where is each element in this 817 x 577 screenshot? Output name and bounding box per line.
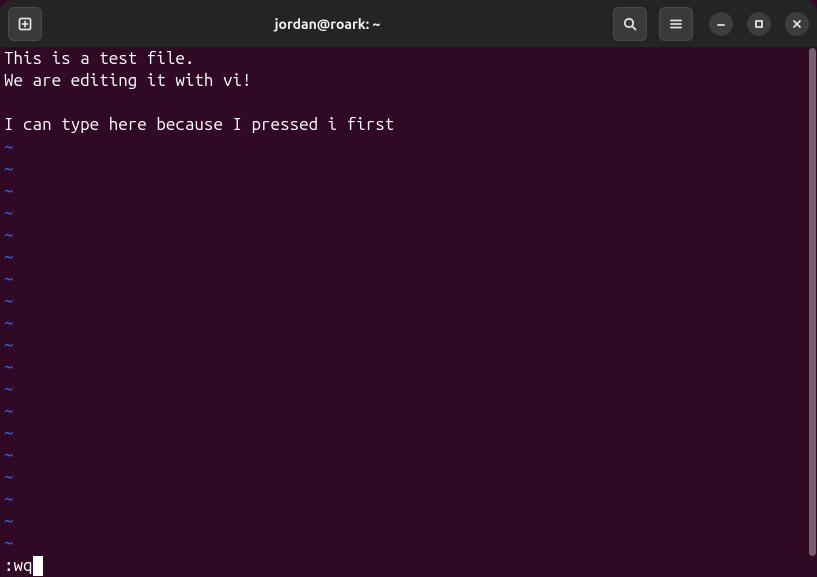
new-tab-button[interactable] bbox=[8, 7, 42, 41]
vi-command-text: :wq bbox=[4, 555, 33, 577]
hamburger-icon bbox=[668, 16, 684, 32]
scrollbar-thumb[interactable] bbox=[809, 48, 816, 556]
close-icon bbox=[791, 18, 803, 30]
scrollbar-track[interactable] bbox=[807, 48, 817, 577]
vi-tilde: ~ bbox=[4, 224, 803, 246]
vi-tilde: ~ bbox=[4, 378, 803, 400]
window-title: jordan@roark: ~ bbox=[50, 16, 605, 32]
search-button[interactable] bbox=[613, 7, 647, 41]
vi-tilde: ~ bbox=[4, 158, 803, 180]
vi-tilde: ~ bbox=[4, 488, 803, 510]
maximize-icon bbox=[753, 18, 765, 30]
titlebar: jordan@roark: ~ bbox=[0, 0, 817, 48]
vi-tilde: ~ bbox=[4, 290, 803, 312]
vi-tilde: ~ bbox=[4, 532, 803, 554]
file-line bbox=[4, 92, 803, 114]
window-controls bbox=[705, 12, 809, 36]
vi-tilde: ~ bbox=[4, 400, 803, 422]
menu-button[interactable] bbox=[659, 7, 693, 41]
new-tab-icon bbox=[17, 16, 33, 32]
titlebar-right bbox=[613, 7, 809, 41]
vi-tilde: ~ bbox=[4, 202, 803, 224]
search-icon bbox=[622, 16, 638, 32]
vi-tilde: ~ bbox=[4, 334, 803, 356]
vi-tilde: ~ bbox=[4, 444, 803, 466]
terminal-area[interactable]: This is a test file. We are editing it w… bbox=[0, 48, 817, 577]
vi-tilde: ~ bbox=[4, 246, 803, 268]
vi-command-line[interactable]: :wq bbox=[4, 555, 803, 577]
minimize-icon bbox=[715, 18, 727, 30]
vi-tilde: ~ bbox=[4, 136, 803, 158]
vi-tilde: ~ bbox=[4, 180, 803, 202]
cursor bbox=[33, 556, 43, 576]
vi-tilde: ~ bbox=[4, 356, 803, 378]
close-button[interactable] bbox=[785, 12, 809, 36]
titlebar-left bbox=[8, 7, 42, 41]
vi-tilde: ~ bbox=[4, 312, 803, 334]
file-line: I can type here because I pressed i firs… bbox=[4, 114, 803, 136]
vi-tilde: ~ bbox=[4, 422, 803, 444]
maximize-button[interactable] bbox=[747, 12, 771, 36]
vi-tilde: ~ bbox=[4, 268, 803, 290]
vi-tilde: ~ bbox=[4, 510, 803, 532]
terminal-content: This is a test file. We are editing it w… bbox=[0, 48, 807, 577]
vi-tilde: ~ bbox=[4, 466, 803, 488]
file-line: We are editing it with vi! bbox=[4, 70, 803, 92]
minimize-button[interactable] bbox=[709, 12, 733, 36]
file-line: This is a test file. bbox=[4, 48, 803, 70]
